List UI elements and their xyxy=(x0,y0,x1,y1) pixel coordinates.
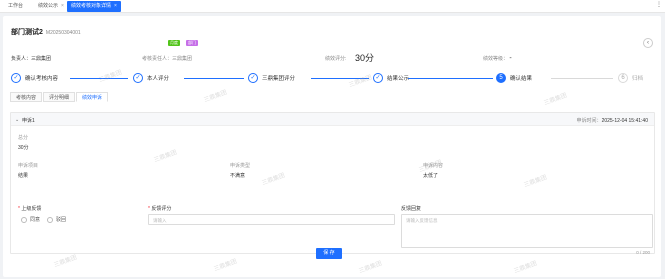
step-connector xyxy=(184,78,244,79)
progress-steps: ✓ 确认考核内容 ✓ 本人评分 ✓ 三鼎集团评分 ✓ 结果公示 5 确认结果 6 归档 xyxy=(3,68,661,88)
step-self-rating: ✓ 本人评分 xyxy=(133,72,169,84)
close-icon[interactable]: × xyxy=(61,3,64,9)
watermark: 三鼎集团 xyxy=(203,89,228,104)
tab-performance-detail[interactable]: 绩效考核对象详情 × xyxy=(67,1,121,12)
step-result-publicity: ✓ 结果公示 xyxy=(373,72,409,84)
step-connector xyxy=(408,78,493,79)
char-counter: 0 / 200 xyxy=(636,250,650,255)
step-connector xyxy=(311,78,369,79)
type-badge: 部门 xyxy=(186,40,198,46)
total-score-field: 总分 30分 xyxy=(18,135,29,151)
tab-performance-appeal[interactable]: 绩效申诉 xyxy=(76,92,109,102)
period-badge: 月度 xyxy=(168,40,180,46)
step-connector xyxy=(70,78,128,79)
appeal-type-field: 申诉类型 不满意 xyxy=(230,163,251,179)
radio-agree[interactable]: 同意 xyxy=(21,216,40,223)
step-connector xyxy=(551,78,613,79)
score-value: 30分 xyxy=(355,53,375,63)
tab-score-details[interactable]: 评分明细 xyxy=(43,92,76,102)
appeal-item-field: 申诉项目 结果 xyxy=(18,163,39,179)
record-code: M20250304001 xyxy=(45,30,81,36)
tab-assessment-content[interactable]: 考核内容 xyxy=(10,92,43,102)
watermark: 三鼎集团 xyxy=(358,260,383,275)
radio-reject[interactable]: 驳回 xyxy=(47,216,66,223)
feedback-score-input[interactable]: 请输入 xyxy=(148,214,395,225)
step-confirm-content: ✓ 确认考核内容 xyxy=(11,72,58,84)
appeal-content-field: 申诉内容 太低了 xyxy=(423,163,444,179)
step-group-rating: ✓ 三鼎集团评分 xyxy=(248,72,295,84)
assessor-info: 考核责任人：三鼎集团 xyxy=(142,56,193,62)
superior-feedback-label: * 上级反馈 xyxy=(18,206,42,212)
appeal-header[interactable]: ⌄ 申诉1 申诉时间：2025-12-04 15:41:40 xyxy=(11,113,654,126)
tab-performance-publicity[interactable]: 绩效公示 × xyxy=(34,1,68,12)
appeal-panel: ⌄ 申诉1 申诉时间：2025-12-04 15:41:40 总分 30分 申诉… xyxy=(10,112,655,255)
collapse-button[interactable]: ‹ xyxy=(643,38,653,48)
step-archive: 6 归档 xyxy=(618,72,643,84)
grade-info: 绩效等级： - xyxy=(483,55,512,62)
appeal-time: 申诉时间：2025-12-04 15:41:40 xyxy=(576,118,648,124)
feedback-reply-textarea[interactable]: 请输入反馈信息 xyxy=(401,214,653,248)
step-confirm-result: 5 确认结果 xyxy=(496,72,532,84)
feedback-score-label: * 反馈评分 xyxy=(148,206,172,212)
chevron-down-icon[interactable]: ⌄ xyxy=(15,117,19,123)
tab-bar: 工作台 绩效公示 × 绩效考核对象详情 × ⋮ xyxy=(0,0,665,13)
tab-workbench[interactable]: 工作台 xyxy=(4,1,27,12)
watermark: 三鼎集团 xyxy=(213,258,238,273)
feedback-reply-label: 反馈回复 xyxy=(401,206,422,212)
sub-tabs: 考核内容 评分明细 绩效申诉 xyxy=(10,92,109,102)
watermark: 三鼎集团 xyxy=(53,254,78,269)
page-title: 部门测试2 M20250304001 xyxy=(11,29,81,36)
watermark: 三鼎集团 xyxy=(513,260,538,275)
owner-info: 负责人：三鼎集团 xyxy=(11,56,52,62)
detail-card: 部门测试2 M20250304001 月度 部门 ‹ 负责人：三鼎集团 考核责任人… xyxy=(3,16,661,277)
save-button[interactable]: 保 存 xyxy=(316,248,342,259)
appeal-name: 申诉1 xyxy=(22,118,35,124)
score-label: 绩效评分: xyxy=(325,56,347,62)
more-icon[interactable]: ⋮ xyxy=(656,1,662,8)
close-icon[interactable]: × xyxy=(114,3,117,9)
watermark: 三鼎集团 xyxy=(543,92,568,107)
